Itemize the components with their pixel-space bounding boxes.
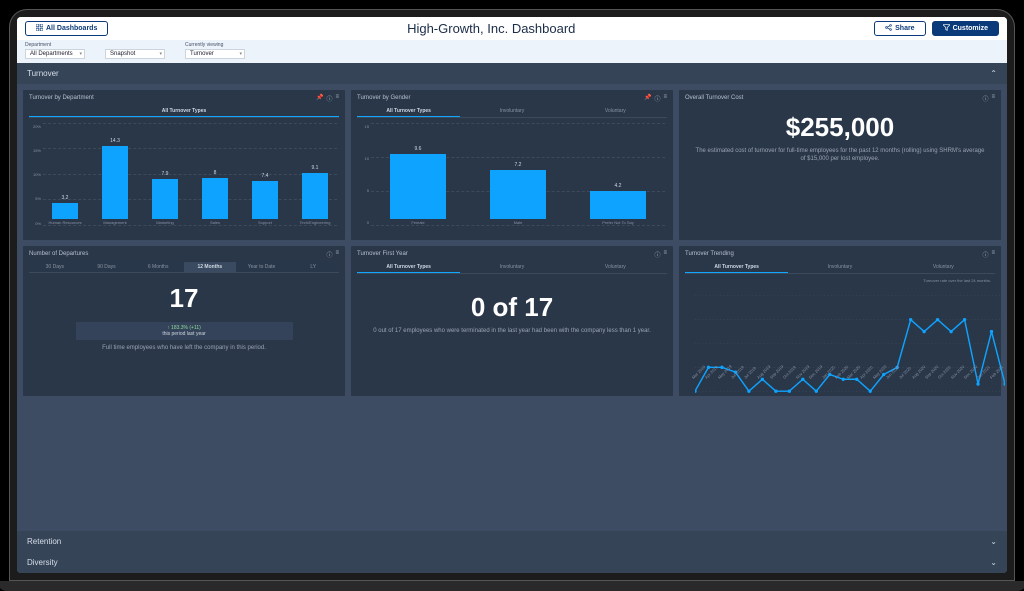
filter-icon [943,24,950,33]
app-screen: All Dashboards High-Growth, Inc. Dashboa… [17,17,1007,573]
time-segment[interactable]: Year to Date [236,262,288,272]
info-icon[interactable]: ⓘ [982,94,988,103]
laptop-base [0,581,1024,591]
subtab[interactable]: Voluntary [564,106,667,117]
more-icon[interactable]: ≡ [335,250,339,259]
card-turnover-by-department: Turnover by Department 📌 ⓘ ≡ All Turnove… [23,90,345,240]
card-trending: Turnover Trending ⓘ ≡ All Turnover Types… [679,246,1001,396]
more-icon[interactable]: ≡ [991,94,995,103]
time-segment[interactable]: 30 Days [29,262,81,272]
filter-viewing-select[interactable]: Turnover [185,49,245,59]
departures-delta: ↑ 183.3% (+11) this period last year [76,322,293,340]
card-subtabs: All Turnover TypesInvoluntaryVoluntary [685,262,995,274]
filter-snapshot: Snapshot [105,42,165,59]
subtab[interactable]: Voluntary [892,262,995,273]
more-icon[interactable]: ≡ [663,250,667,259]
overall-cost-value: $255,000 [685,112,995,143]
overall-cost-desc: The estimated cost of turnover for full-… [685,147,995,164]
subtab[interactable]: Involuntary [788,262,891,273]
card-title: Turnover Trending [685,251,734,257]
share-label: Share [895,25,914,32]
departures-value: 17 [29,283,339,314]
customize-label: Customize [953,25,988,32]
filter-department: Department All Departments [25,42,85,59]
customize-button[interactable]: Customize [932,21,999,36]
time-segment[interactable]: 90 Days [81,262,133,272]
section-turnover-title: Turnover [27,69,59,78]
first-year-desc: 0 out of 17 employees who were terminate… [357,327,667,335]
first-year-value: 0 of 17 [357,292,667,323]
subtab[interactable]: All Turnover Types [685,262,788,273]
card-subtabs: All Turnover TypesInvoluntaryVoluntary [357,106,667,118]
more-icon[interactable]: ≡ [663,94,667,103]
laptop-frame: All Dashboards High-Growth, Inc. Dashboa… [9,9,1015,581]
section-turnover-header[interactable]: Turnover ⌃ [17,63,1007,84]
card-first-year: Turnover First Year ⓘ ≡ All Turnover Typ… [351,246,673,396]
info-icon[interactable]: ⓘ [982,250,988,259]
card-subtabs: All Turnover TypesInvoluntaryVoluntary [357,262,667,274]
page-title: High-Growth, Inc. Dashboard [114,21,868,36]
card-overall-cost: Overall Turnover Cost ⓘ ≡ $255,000 The e… [679,90,1001,240]
info-icon[interactable]: ⓘ [326,94,332,103]
filter-department-select[interactable]: All Departments [25,49,85,59]
grid-icon [36,24,43,33]
filter-viewing-label: Currently viewing [185,42,245,48]
chevron-down-icon: ⌄ [990,558,997,567]
all-dashboards-button[interactable]: All Dashboards [25,21,108,36]
card-title: Turnover by Gender [357,95,410,101]
pin-icon[interactable]: 📌 [316,94,323,103]
time-segment[interactable]: LY [287,262,339,272]
chevron-up-icon: ⌃ [990,69,997,78]
subtab[interactable]: All Turnover Types [29,106,339,117]
time-segment[interactable]: 6 Months [132,262,184,272]
section-diversity-header[interactable]: Diversity ⌄ [17,552,1007,573]
chart-by-gender: 0510159.6Female7.2Male4.2Prefer Not To S… [357,122,667,236]
more-icon[interactable]: ≡ [335,94,339,103]
chart-by-department: 0%5%10%15%20%3.2Human Resources14.3Manag… [29,122,339,236]
card-title: Turnover by Department [29,95,94,101]
info-icon[interactable]: ⓘ [654,94,660,103]
filter-bar: Department All Departments Snapshot Curr… [17,40,1007,63]
pin-icon[interactable]: 📌 [644,94,651,103]
card-title: Number of Departures [29,251,88,257]
card-title: Turnover First Year [357,251,408,257]
share-icon [885,24,892,33]
chevron-down-icon: ⌄ [990,537,997,546]
filter-snapshot-select[interactable]: Snapshot [105,49,165,59]
card-departures: Number of Departures ⓘ ≡ 30 Days90 Days6… [23,246,345,396]
more-icon[interactable]: ≡ [991,250,995,259]
time-segment[interactable]: 12 Months [184,262,236,272]
subtab[interactable]: Involuntary [460,262,563,273]
info-icon[interactable]: ⓘ [654,250,660,259]
time-segmented-control: 30 Days90 Days6 Months12 MonthsYear to D… [29,262,339,273]
all-dashboards-label: All Dashboards [46,25,97,32]
card-turnover-by-gender: Turnover by Gender 📌 ⓘ ≡ All Turnover Ty… [351,90,673,240]
subtab[interactable]: All Turnover Types [357,262,460,273]
subtab[interactable]: All Turnover Types [357,106,460,117]
main-area: Turnover ⌃ Turnover by Department 📌 ⓘ ≡ … [17,63,1007,573]
subtab[interactable]: Voluntary [564,262,667,273]
filter-viewing: Currently viewing Turnover [185,42,245,59]
subtab[interactable]: Involuntary [460,106,563,117]
card-subtabs: All Turnover Types [29,106,339,118]
share-button[interactable]: Share [874,21,925,36]
section-turnover-body: Turnover by Department 📌 ⓘ ≡ All Turnove… [17,84,1007,402]
chart-trending: Mar 2019Apr 2019May 2019Jun 2019Jul 2019… [685,283,995,392]
card-title: Overall Turnover Cost [685,95,743,101]
section-retention-header[interactable]: Retention ⌄ [17,531,1007,552]
section-diversity-title: Diversity [27,558,58,567]
departures-desc: Full time employees who have left the co… [29,344,339,352]
departures-delta-sub: this period last year [162,331,205,337]
info-icon[interactable]: ⓘ [326,250,332,259]
filter-department-label: Department [25,42,85,48]
section-retention-title: Retention [27,537,61,546]
topbar: All Dashboards High-Growth, Inc. Dashboa… [17,17,1007,40]
